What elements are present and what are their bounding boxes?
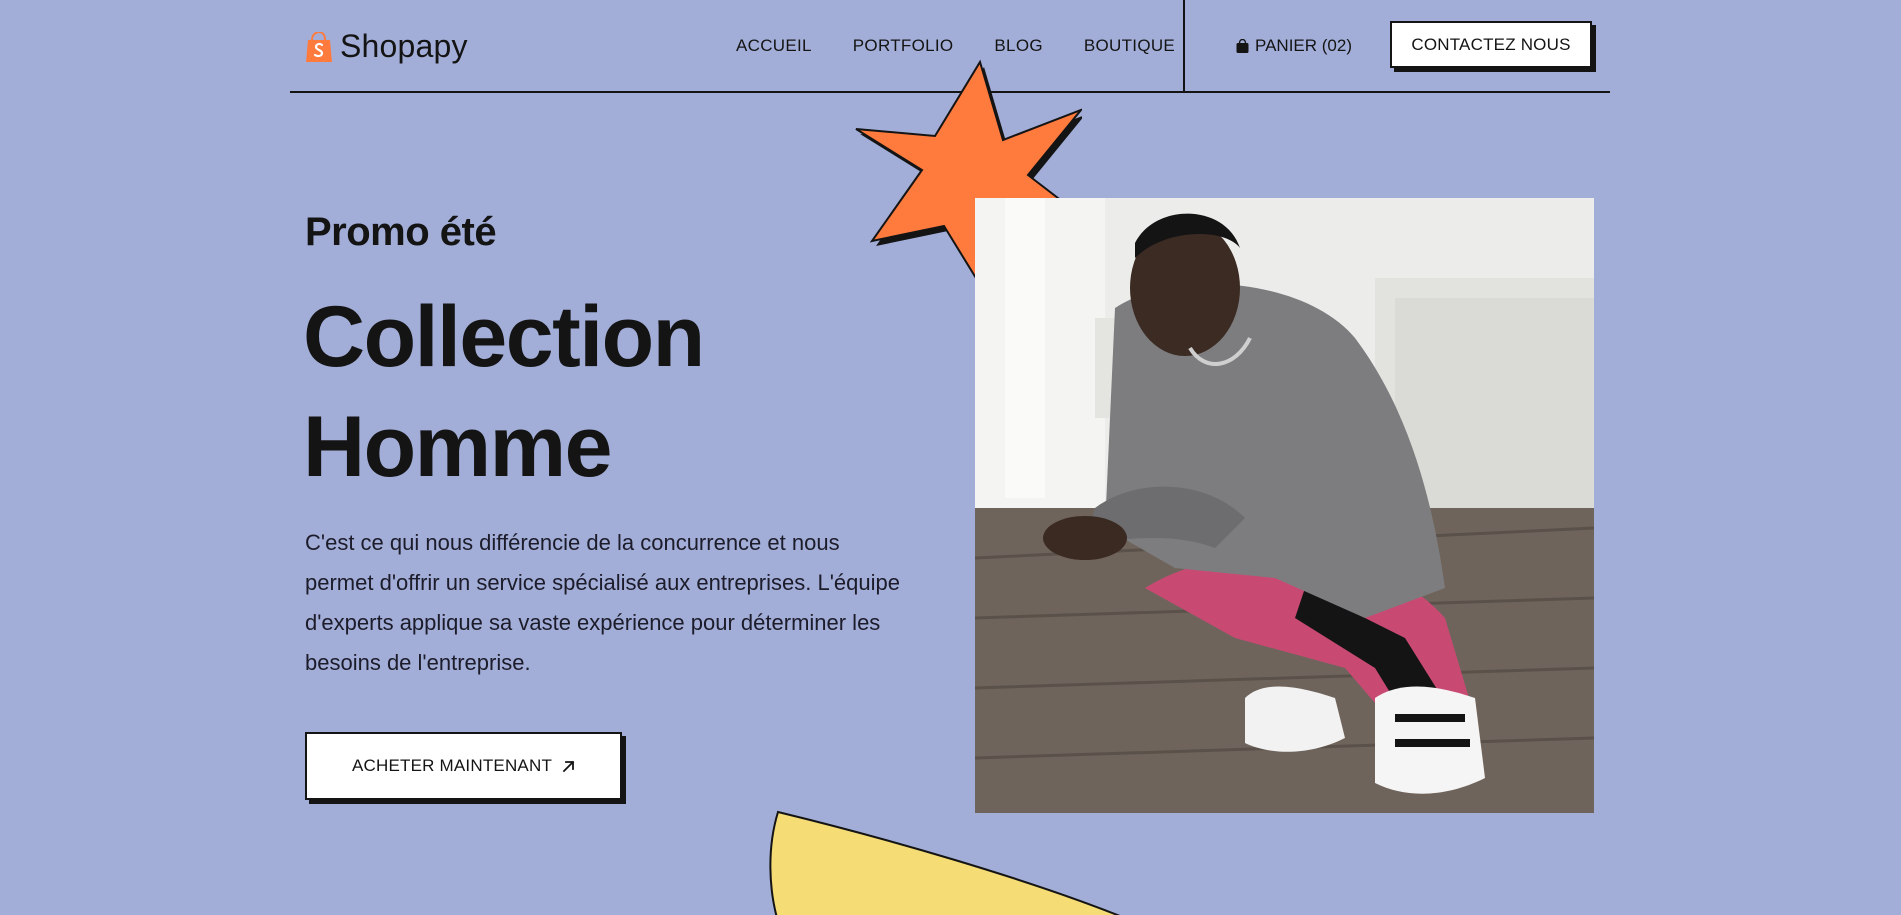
landing-page: Shopapy ACCUEIL PORTFOLIO BLOG BOUTIQUE … xyxy=(0,0,1901,915)
cart-label: PANIER (02) xyxy=(1255,36,1352,55)
nav-item-portfolio[interactable]: PORTFOLIO xyxy=(853,36,954,56)
contact-button[interactable]: CONTACTEZ NOUS xyxy=(1390,21,1592,68)
promo-label: Promo été xyxy=(305,210,497,254)
arrow-up-right-icon xyxy=(562,760,575,772)
brand-name: Shopapy xyxy=(340,28,468,64)
shopping-bag-logo-icon xyxy=(306,31,332,62)
brand-logo[interactable]: Shopapy xyxy=(306,28,468,65)
buy-now-button[interactable]: ACHETER MAINTENANT xyxy=(305,732,622,800)
cart-link[interactable]: PANIER (02) xyxy=(1236,36,1352,56)
yellow-half-circle-decoration xyxy=(769,810,1121,915)
buy-now-label: ACHETER MAINTENANT xyxy=(351,756,553,775)
hero-title-line1: Collection xyxy=(303,289,705,385)
shopping-bag-icon xyxy=(1236,39,1249,53)
header-divider xyxy=(1183,0,1185,93)
model-illustration xyxy=(975,198,1594,813)
hero-title: Collection Homme xyxy=(303,282,705,502)
hero-title-line2: Homme xyxy=(303,399,612,495)
nav-item-boutique[interactable]: BOUTIQUE xyxy=(1084,36,1175,56)
main-nav: ACCUEIL PORTFOLIO BLOG BOUTIQUE xyxy=(736,36,1175,56)
nav-item-blog[interactable]: BLOG xyxy=(994,36,1042,56)
nav-item-accueil[interactable]: ACCUEIL xyxy=(736,36,812,56)
hero-description: C'est ce qui nous différencie de la conc… xyxy=(305,530,900,675)
hero-product-photo xyxy=(975,198,1594,813)
